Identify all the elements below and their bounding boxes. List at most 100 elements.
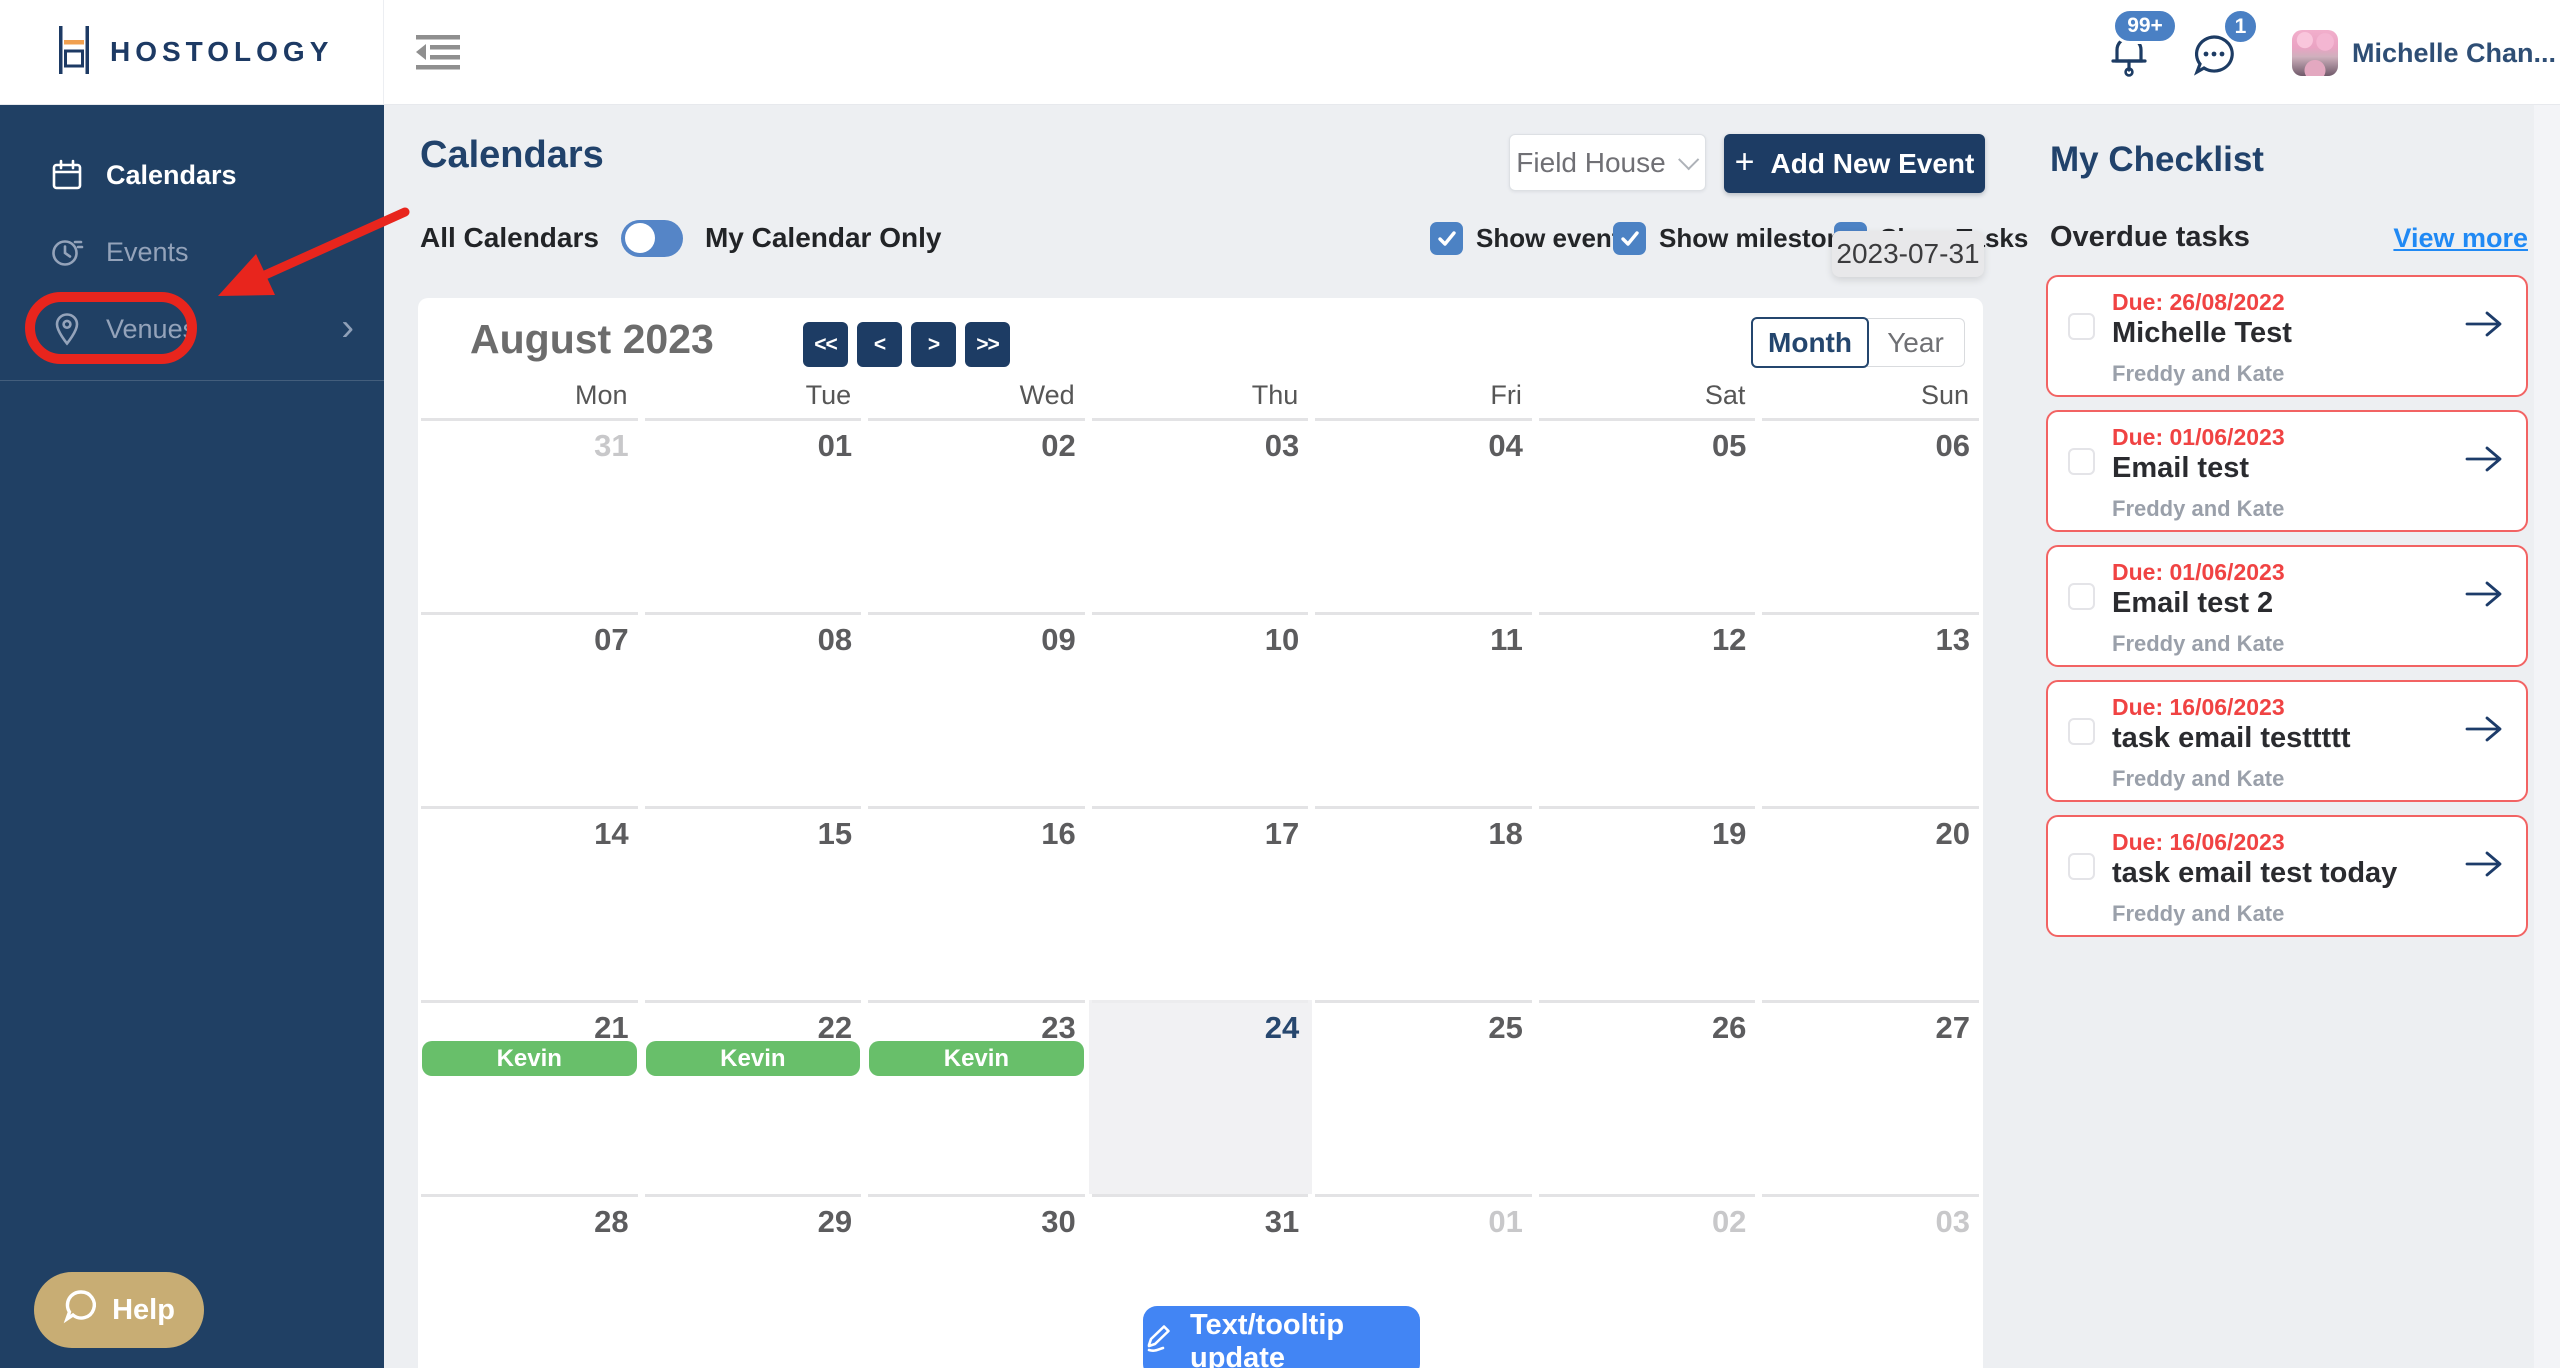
venue-filter-value: Field House: [1516, 147, 1665, 179]
calendar-day-cell[interactable]: 26: [1536, 1000, 1760, 1194]
calendar-day-cell[interactable]: 11: [1312, 612, 1536, 806]
pin-icon: [49, 311, 85, 347]
calendar-view-toggle: Month Year: [1751, 317, 1965, 368]
task-card[interactable]: Due: 16/06/2023task email testttttFreddy…: [2046, 680, 2528, 802]
calendar-day-cell[interactable]: 12: [1536, 612, 1760, 806]
venue-filter-select[interactable]: Field House: [1509, 134, 1706, 191]
calendar-day-cell[interactable]: 31: [418, 418, 642, 612]
calendar-day-cell[interactable]: 17: [1089, 806, 1313, 1000]
calendar-day-cell[interactable]: 25: [1312, 1000, 1536, 1194]
day-number: 11: [1490, 622, 1523, 658]
task-card[interactable]: Due: 01/06/2023Email testFreddy and Kate: [2046, 410, 2528, 532]
task-card[interactable]: Due: 26/08/2022Michelle TestFreddy and K…: [2046, 275, 2528, 397]
calendar-event-pill[interactable]: Kevin: [646, 1041, 861, 1076]
calendar-day-cell[interactable]: 08: [642, 612, 866, 806]
calendar-day-cell[interactable]: 23Kevin: [865, 1000, 1089, 1194]
calendar-day-cell[interactable]: 03: [1089, 418, 1313, 612]
plus-icon: +: [1735, 145, 1755, 179]
notifications-count-badge: 99+: [2112, 8, 2178, 44]
next-month-button[interactable]: >: [911, 322, 956, 367]
view-year-button[interactable]: Year: [1867, 318, 1965, 367]
calendar-day-cell[interactable]: 29: [642, 1194, 866, 1368]
sidebar-collapse-icon[interactable]: [414, 33, 464, 71]
calendar-day-cell[interactable]: 05: [1536, 418, 1760, 612]
calendar-day-cell[interactable]: 09: [865, 612, 1089, 806]
calendar-day-cell[interactable]: 20: [1759, 806, 1983, 1000]
help-button[interactable]: Help: [34, 1272, 204, 1348]
day-number: 09: [1041, 622, 1075, 658]
task-open-arrow-icon[interactable]: [2464, 442, 2504, 481]
calendar-day-cell[interactable]: 15: [642, 806, 866, 1000]
calendar-day-cell[interactable]: 16: [865, 806, 1089, 1000]
calendar-day-cell[interactable]: 22Kevin: [642, 1000, 866, 1194]
day-number: 18: [1488, 816, 1522, 852]
text-tooltip-update-button[interactable]: Text/tooltip update: [1143, 1306, 1420, 1368]
calendar-day-cell[interactable]: 02: [865, 418, 1089, 612]
sidebar-nav: Calendars Events Venues› Help: [0, 104, 384, 1368]
calendar-event-pill[interactable]: Kevin: [869, 1041, 1084, 1076]
calendar-day-cell[interactable]: 28: [418, 1194, 642, 1368]
calendar-day-cell[interactable]: 18: [1312, 806, 1536, 1000]
day-header-sun: Sun: [1759, 380, 1983, 411]
task-open-arrow-icon[interactable]: [2464, 307, 2504, 346]
task-checkbox[interactable]: [2068, 853, 2095, 880]
scrollbar-gutter[interactable]: [2534, 104, 2560, 1368]
day-header-tue: Tue: [642, 380, 866, 411]
checkbox-checked-icon[interactable]: [1430, 222, 1463, 255]
top-header: HOSTOLOGY 99+: [0, 0, 2560, 105]
brand-logo[interactable]: HOSTOLOGY: [0, 0, 384, 104]
checkbox-checked-icon[interactable]: [1613, 222, 1646, 255]
view-more-link[interactable]: View more: [2393, 223, 2528, 254]
day-number: 20: [1936, 816, 1970, 852]
user-avatar[interactable]: [2292, 30, 2338, 76]
task-card[interactable]: Due: 01/06/2023Email test 2Freddy and Ka…: [2046, 545, 2528, 667]
sidebar-item-events[interactable]: Events: [0, 224, 384, 280]
sidebar-item-venues[interactable]: Venues›: [0, 301, 384, 357]
task-title: task email test today: [2112, 857, 2397, 890]
calendar-day-cell[interactable]: 03: [1759, 1194, 1983, 1368]
calendar-day-cell[interactable]: 02: [1536, 1194, 1760, 1368]
calendar-panel: August 2023 <<<>>> Month Year MonTueWedT…: [418, 298, 1983, 1368]
sidebar-item-label: Events: [106, 237, 189, 268]
sidebar-item-calendars[interactable]: Calendars: [0, 147, 384, 203]
calendar-scope-toggle[interactable]: [621, 220, 683, 257]
prev-year-button[interactable]: <<: [803, 322, 848, 367]
task-checkbox[interactable]: [2068, 448, 2095, 475]
calendar-day-cell[interactable]: 06: [1759, 418, 1983, 612]
filter-show-events[interactable]: Show events: [1430, 222, 1635, 255]
task-checkbox[interactable]: [2068, 718, 2095, 745]
calendar-day-cell[interactable]: 04: [1312, 418, 1536, 612]
task-due-date: Due: 26/08/2022: [2112, 289, 2285, 316]
prev-month-button[interactable]: <: [857, 322, 902, 367]
add-new-event-button[interactable]: + Add New Event: [1724, 134, 1985, 193]
day-number: 28: [594, 1204, 628, 1240]
hostology-logo-icon: [56, 26, 92, 79]
user-name[interactable]: Michelle Chan...: [2352, 38, 2552, 69]
calendar-day-cell[interactable]: 27: [1759, 1000, 1983, 1194]
task-checkbox[interactable]: [2068, 583, 2095, 610]
task-open-arrow-icon[interactable]: [2464, 847, 2504, 886]
task-card[interactable]: Due: 16/06/2023task email test todayFred…: [2046, 815, 2528, 937]
day-number: 02: [1041, 428, 1075, 464]
calendar-day-cell[interactable]: 19: [1536, 806, 1760, 1000]
calendar-week-row: 14151617 18 19 20: [418, 806, 1983, 1000]
task-checkbox[interactable]: [2068, 313, 2095, 340]
calendar-day-cell[interactable]: 10: [1089, 612, 1313, 806]
calendar-week-row: 21Kevin22Kevin23Kevin2425 26 27: [418, 1000, 1983, 1194]
calendar-day-cell[interactable]: 14: [418, 806, 642, 1000]
calendar-day-cell[interactable]: 13: [1759, 612, 1983, 806]
next-year-button[interactable]: >>: [965, 322, 1010, 367]
task-open-arrow-icon[interactable]: [2464, 712, 2504, 751]
calendar-day-cell[interactable]: 21Kevin: [418, 1000, 642, 1194]
calendar-day-cell[interactable]: 01: [642, 418, 866, 612]
calendar-day-cell[interactable]: 30: [865, 1194, 1089, 1368]
calendar-day-cell-today[interactable]: 24: [1089, 1000, 1313, 1194]
view-month-button[interactable]: Month: [1751, 317, 1869, 368]
app-window: HOSTOLOGY 99+: [0, 0, 2560, 1368]
calendar-event-pill[interactable]: Kevin: [422, 1041, 637, 1076]
calendar-day-cell[interactable]: 07: [418, 612, 642, 806]
brand-name: HOSTOLOGY: [110, 36, 333, 68]
day-number: 26: [1712, 1010, 1746, 1046]
task-open-arrow-icon[interactable]: [2464, 577, 2504, 616]
day-number: 12: [1712, 622, 1746, 658]
